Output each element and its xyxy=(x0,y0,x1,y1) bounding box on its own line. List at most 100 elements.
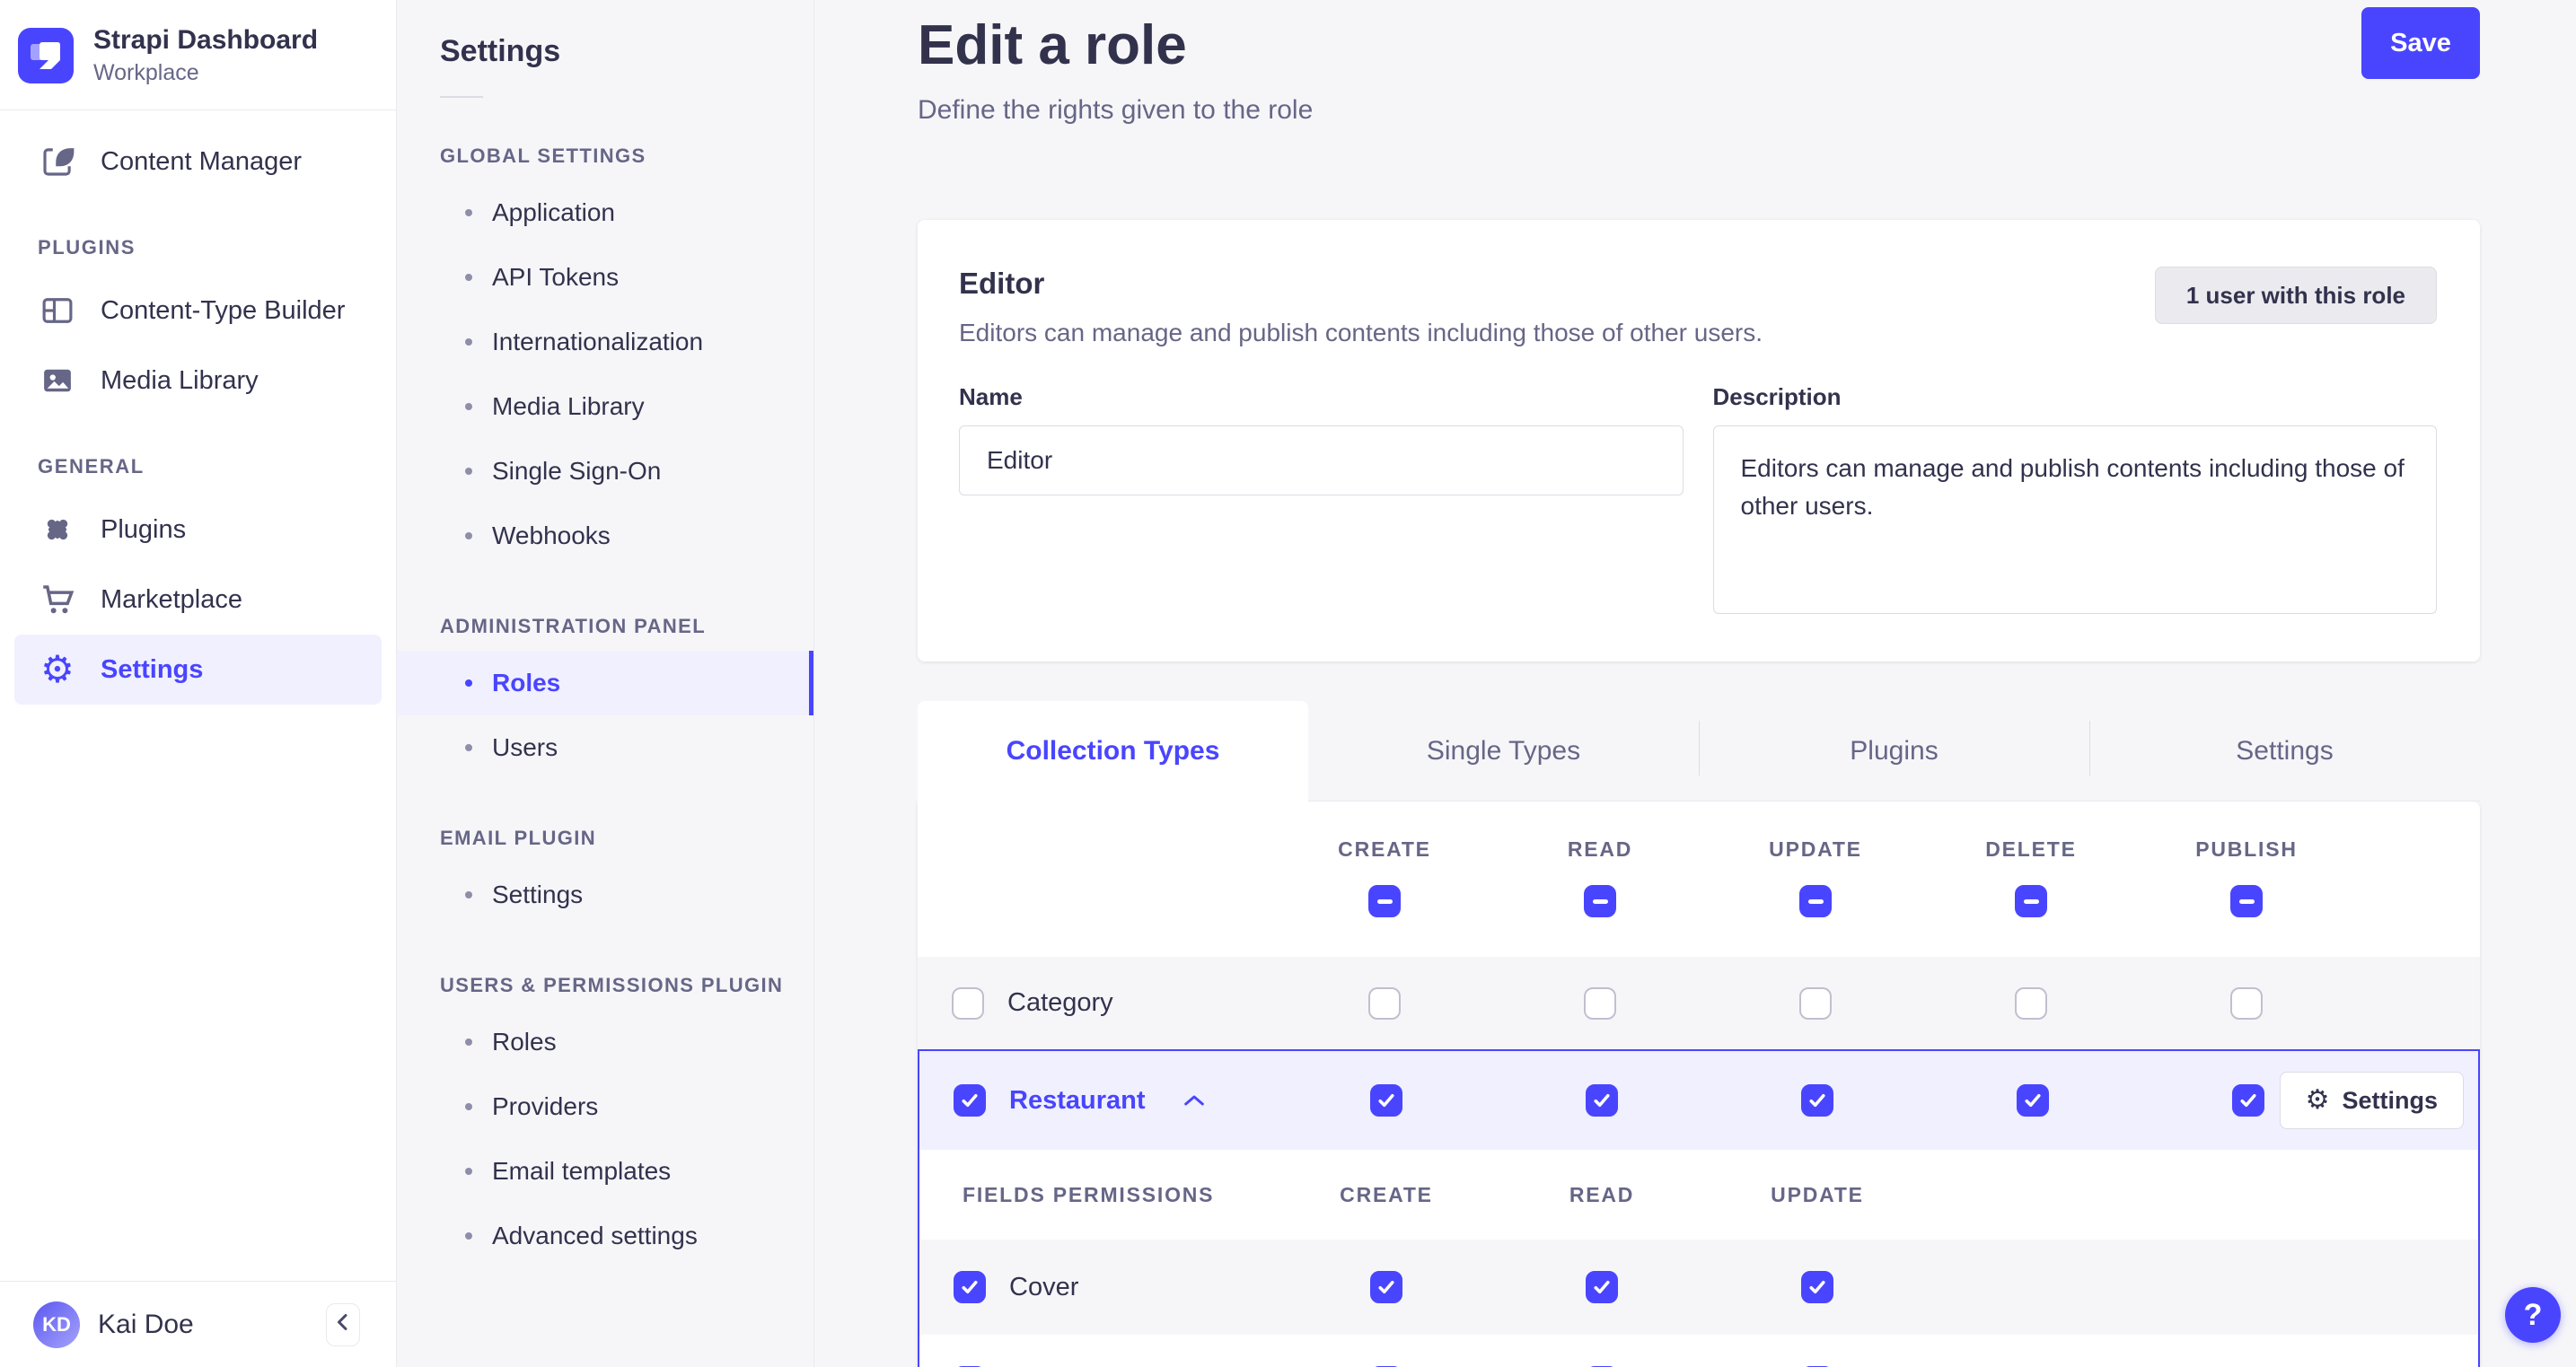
fields-column-create: CREATE xyxy=(1340,1182,1433,1206)
cover-create-checkbox[interactable] xyxy=(1370,1271,1402,1303)
app-root: Strapi Dashboard Workplace Content Manag… xyxy=(0,0,2576,1367)
subnav-item-advanced-settings[interactable]: Advanced settings xyxy=(397,1204,813,1268)
fields-permissions-header: FIELDS PERMISSIONS CREATE READ UPDATE xyxy=(919,1150,2478,1240)
collapse-sidebar-button[interactable] xyxy=(326,1302,360,1346)
image-icon xyxy=(38,361,77,400)
sidebar-item-label: Media Library xyxy=(101,365,259,395)
page-subtitle: Define the rights given to the role xyxy=(918,95,1314,125)
page-header: Edit a role Define the rights given to t… xyxy=(918,0,2480,126)
category-read-checkbox[interactable] xyxy=(1584,986,1616,1020)
tab-single-types[interactable]: Single Types xyxy=(1308,701,1699,802)
sidebar-item-settings[interactable]: ⚙ Settings xyxy=(14,635,382,705)
row-checkbox-category[interactable] xyxy=(952,986,984,1020)
restaurant-create-checkbox[interactable] xyxy=(1370,1084,1402,1117)
avatar[interactable]: KD xyxy=(33,1301,80,1348)
select-all-publish-checkbox[interactable] xyxy=(2230,885,2263,917)
role-fields: Name Description Editors can manage and … xyxy=(959,383,2437,618)
category-create-checkbox[interactable] xyxy=(1368,986,1401,1020)
subnav-item-application[interactable]: Application xyxy=(397,180,813,245)
subnav-item-roles-up[interactable]: Roles xyxy=(397,1010,813,1074)
chevron-up-icon[interactable] xyxy=(1183,1094,1205,1107)
subnav-item-label: Users xyxy=(492,733,558,761)
select-all-create-checkbox[interactable] xyxy=(1368,885,1401,917)
bullet-icon xyxy=(465,1232,472,1240)
primary-sidebar: Strapi Dashboard Workplace Content Manag… xyxy=(0,0,397,1367)
subnav-item-single-sign-on[interactable]: Single Sign-On xyxy=(397,439,813,504)
select-all-delete-checkbox[interactable] xyxy=(2015,885,2047,917)
bullet-icon xyxy=(465,1038,472,1046)
category-delete-checkbox[interactable] xyxy=(2015,986,2047,1020)
chevron-left-icon xyxy=(335,1312,351,1336)
gear-icon: ⚙ xyxy=(40,647,75,691)
section-label-general: GENERAL xyxy=(38,455,145,478)
sidebar-item-marketplace[interactable]: Marketplace xyxy=(14,565,382,635)
bullet-icon xyxy=(465,532,472,539)
row-label-restaurant[interactable]: Restaurant xyxy=(1009,1086,1146,1116)
sidebar-item-media-library[interactable]: Media Library xyxy=(14,346,382,416)
fields-permissions-label: FIELDS PERMISSIONS xyxy=(963,1182,1215,1206)
select-all-read-checkbox[interactable] xyxy=(1584,885,1616,917)
tab-plugins[interactable]: Plugins xyxy=(1699,701,2089,802)
tab-collection-types[interactable]: Collection Types xyxy=(918,701,1308,802)
bullet-icon xyxy=(465,338,472,346)
indeterminate-dash-icon xyxy=(1592,898,1608,904)
restaurant-expanded-section: Restaurant ⚙ Settings FIELDS PERMISSIONS… xyxy=(918,1049,2480,1367)
fields-column-read: READ xyxy=(1569,1182,1635,1206)
subnav-item-api-tokens[interactable]: API Tokens xyxy=(397,245,813,310)
subnav-title: Settings xyxy=(440,34,561,68)
cover-read-checkbox[interactable] xyxy=(1586,1271,1618,1303)
subnav-item-email-settings[interactable]: Settings xyxy=(397,863,813,927)
bullet-icon xyxy=(465,891,472,898)
tab-settings[interactable]: Settings xyxy=(2089,701,2480,802)
subnav-item-media-library[interactable]: Media Library xyxy=(397,374,813,439)
save-button[interactable]: Save xyxy=(2361,7,2480,79)
help-button[interactable]: ? xyxy=(2505,1287,2561,1343)
name-input[interactable] xyxy=(959,425,1684,495)
section-label-plugins: PLUGINS xyxy=(38,236,136,259)
restaurant-read-checkbox[interactable] xyxy=(1586,1084,1618,1117)
indeterminate-dash-icon xyxy=(2238,898,2255,904)
brand-text: Strapi Dashboard Workplace xyxy=(93,25,318,86)
subnav-item-label: Roles xyxy=(492,1028,557,1056)
subnav-item-label: Roles xyxy=(492,669,561,697)
bullet-icon xyxy=(465,1103,472,1110)
subnav-item-webhooks[interactable]: Webhooks xyxy=(397,504,813,568)
subnav-item-providers[interactable]: Providers xyxy=(397,1074,813,1139)
subnav-section-administration-panel: ADMINISTRATION PANEL xyxy=(440,615,707,637)
sidebar-item-plugins[interactable]: Plugins xyxy=(14,495,382,565)
sidebar-item-content-manager[interactable]: Content Manager xyxy=(14,127,382,197)
bullet-icon xyxy=(465,468,472,475)
sidebar-item-content-type-builder[interactable]: Content-Type Builder xyxy=(14,276,382,346)
row-checkbox-restaurant[interactable] xyxy=(954,1084,986,1117)
user-name: Kai Doe xyxy=(98,1309,194,1339)
subnav-item-internationalization[interactable]: Internationalization xyxy=(397,310,813,374)
subnav-item-roles-admin[interactable]: Roles xyxy=(397,651,813,715)
subnav-section-email-plugin: EMAIL PLUGIN xyxy=(440,827,597,849)
fields-column-update: UPDATE xyxy=(1771,1182,1864,1206)
row-label-cover[interactable]: Cover xyxy=(1009,1273,1078,1302)
subnav-item-label: Webhooks xyxy=(492,521,611,549)
category-update-checkbox[interactable] xyxy=(1799,986,1832,1020)
users-with-role-button[interactable]: 1 user with this role xyxy=(2154,267,2437,324)
row-checkbox-cover[interactable] xyxy=(954,1271,986,1303)
subnav-item-label: Email templates xyxy=(492,1157,672,1185)
description-field-label: Description xyxy=(1712,383,1842,410)
bullet-icon xyxy=(465,679,472,687)
restaurant-update-checkbox[interactable] xyxy=(1801,1084,1833,1117)
category-publish-checkbox[interactable] xyxy=(2230,986,2263,1020)
column-header-update: UPDATE xyxy=(1769,837,1862,861)
restaurant-settings-button[interactable]: ⚙ Settings xyxy=(2279,1072,2464,1129)
subnav-item-users[interactable]: Users xyxy=(397,715,813,780)
permissions-panel: CREATE READ UPDATE DELETE PUBLISH Catego… xyxy=(918,802,2480,1367)
indeterminate-dash-icon xyxy=(1376,898,1393,904)
restaurant-publish-checkbox[interactable] xyxy=(2232,1084,2264,1117)
subnav-item-email-templates[interactable]: Email templates xyxy=(397,1139,813,1204)
workspace-switcher[interactable]: Strapi Dashboard Workplace xyxy=(0,0,396,110)
layout-icon xyxy=(38,291,77,330)
cover-update-checkbox[interactable] xyxy=(1801,1271,1833,1303)
row-label-category[interactable]: Category xyxy=(1007,988,1113,1018)
select-all-update-checkbox[interactable] xyxy=(1799,885,1832,917)
restaurant-delete-checkbox[interactable] xyxy=(2017,1084,2049,1117)
sidebar-item-label: Marketplace xyxy=(101,584,242,614)
description-textarea[interactable]: Editors can manage and publish contents … xyxy=(1712,425,2437,614)
